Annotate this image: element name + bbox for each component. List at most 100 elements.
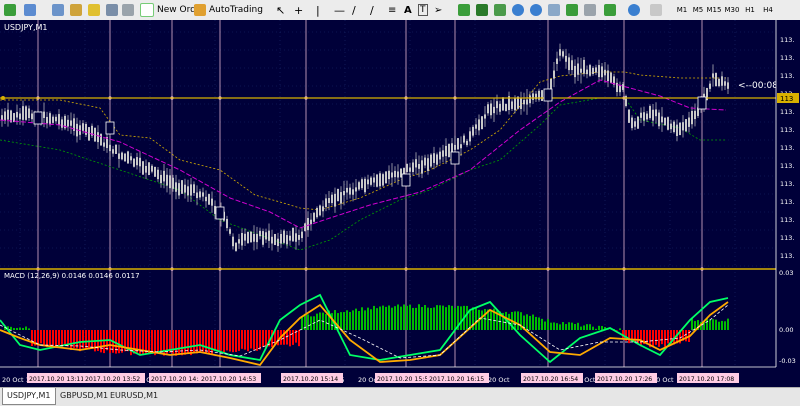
- candle-body: [388, 171, 390, 179]
- candle-body: [382, 174, 384, 185]
- timeframe-h1[interactable]: H1: [742, 3, 758, 17]
- chart-window[interactable]: USDJPY,M1 <--00:08 MACD (12,26,9) 0.0146…: [0, 20, 800, 387]
- tab-usdjpy[interactable]: USDJPY,M1: [2, 388, 56, 405]
- histogram-bar-up: [517, 311, 519, 330]
- histogram-bar-up: [352, 310, 354, 330]
- text-label-icon[interactable]: T: [418, 2, 428, 18]
- histogram-bar-up: [385, 307, 387, 330]
- candle-body: [409, 167, 411, 171]
- candle-body: [154, 167, 156, 177]
- zoom-out-icon[interactable]: [530, 2, 542, 18]
- channel-icon[interactable]: ∕: [370, 2, 374, 18]
- tab-eurusd[interactable]: EURUSD,M1: [106, 388, 162, 404]
- tab-gbpusd[interactable]: GBPUSD,M1: [56, 388, 112, 404]
- candle-body: [640, 113, 642, 118]
- histogram-bar-up: [577, 323, 579, 330]
- histogram-bar-up: [580, 327, 582, 330]
- histogram-bar-down: [64, 330, 66, 346]
- price-axis-label: 113.: [780, 54, 794, 62]
- histogram-bar-up: [475, 308, 477, 330]
- candle-body: [85, 124, 87, 135]
- terminal-icon[interactable]: [106, 2, 118, 18]
- chart-shift-icon[interactable]: [584, 2, 596, 18]
- new-chart-icon[interactable]: [4, 2, 16, 18]
- histogram-bar-up: [556, 323, 558, 330]
- histogram-bar-up: [325, 314, 327, 330]
- text-icon[interactable]: A: [404, 2, 412, 18]
- histogram-bar-down: [298, 330, 300, 346]
- candle-body: [226, 219, 228, 228]
- fibonacci-icon[interactable]: ≡: [388, 2, 396, 18]
- histogram-bar-down: [103, 330, 105, 353]
- candle-body: [724, 81, 726, 85]
- market-watch-icon[interactable]: [52, 2, 64, 18]
- zoom-in-icon[interactable]: [512, 2, 524, 18]
- candle-body: [238, 239, 240, 243]
- candle-body: [556, 59, 558, 64]
- candle-body: [124, 154, 126, 162]
- candle-icon[interactable]: [476, 2, 488, 18]
- strategy-tester-icon[interactable]: [122, 2, 134, 18]
- candle-body: [496, 101, 498, 108]
- autoscroll-icon[interactable]: [566, 2, 578, 18]
- candle-body: [181, 180, 183, 194]
- histogram-bar-up: [415, 308, 417, 330]
- candle-body: [346, 188, 348, 193]
- candle-body: [70, 120, 72, 125]
- line-chart-icon[interactable]: [494, 2, 506, 18]
- histogram-bar-down: [664, 330, 666, 347]
- horizontal-line-icon[interactable]: —: [334, 2, 345, 18]
- candle-body: [643, 112, 645, 120]
- crosshair-icon[interactable]: +: [294, 2, 303, 18]
- indicators-icon[interactable]: [604, 2, 616, 18]
- histogram-bar-up: [481, 310, 483, 330]
- candle-body: [493, 107, 495, 113]
- candle-body: [394, 171, 396, 177]
- current-price-label: 113: [780, 95, 793, 103]
- timeframe-h4[interactable]: H4: [760, 3, 776, 17]
- candle-body: [289, 236, 291, 241]
- candle-body: [478, 119, 480, 130]
- histogram-bar-up: [529, 316, 531, 330]
- favorites-icon[interactable]: [88, 2, 100, 18]
- vertical-line-icon[interactable]: |: [316, 2, 320, 18]
- histogram-bar-down: [190, 330, 192, 355]
- candle-body: [127, 151, 129, 163]
- arrow-icon[interactable]: ➢: [434, 2, 442, 18]
- periods-icon[interactable]: [628, 2, 640, 18]
- histogram-bar-down: [241, 330, 243, 349]
- timeframe-m5[interactable]: M5: [690, 3, 706, 17]
- autotrading-button[interactable]: AutoTrading: [194, 2, 263, 18]
- histogram-bar-up: [451, 306, 453, 330]
- candle-body: [658, 113, 660, 127]
- histogram-bar-down: [70, 330, 72, 350]
- histogram-bar-up: [436, 305, 438, 330]
- price-line-marker[interactable]: [1, 96, 5, 100]
- timeframe-m30[interactable]: M30: [724, 3, 740, 17]
- histogram-bar-down: [151, 330, 153, 354]
- candle-body: [319, 205, 321, 215]
- cursor-icon[interactable]: ↖: [276, 2, 285, 18]
- candle-body: [649, 106, 651, 118]
- session-time-label: 2017.10.20 15:55: [377, 376, 432, 383]
- trendline-icon[interactable]: /: [352, 2, 356, 18]
- candle-body: [148, 162, 150, 175]
- timeframe-m15[interactable]: M15: [706, 3, 722, 17]
- candle-body: [97, 132, 99, 142]
- histogram-bar-down: [661, 330, 663, 344]
- tile-icon[interactable]: [548, 2, 560, 18]
- candle-body: [145, 166, 147, 173]
- histogram-bar-down: [655, 330, 657, 345]
- candle-body: [622, 84, 624, 90]
- templates-icon[interactable]: [650, 2, 662, 18]
- histogram-bar-down: [262, 330, 264, 347]
- candle-body: [472, 127, 474, 136]
- timeframe-m1[interactable]: M1: [674, 3, 690, 17]
- bar-chart-icon[interactable]: [458, 2, 470, 18]
- candle-body: [229, 229, 231, 234]
- histogram-bar-up: [550, 323, 552, 330]
- histogram-bar-down: [253, 330, 255, 350]
- session-time-label: 2017.10.20 16:54: [523, 376, 578, 383]
- profiles-icon[interactable]: [24, 2, 36, 18]
- navigator-icon[interactable]: [70, 2, 82, 18]
